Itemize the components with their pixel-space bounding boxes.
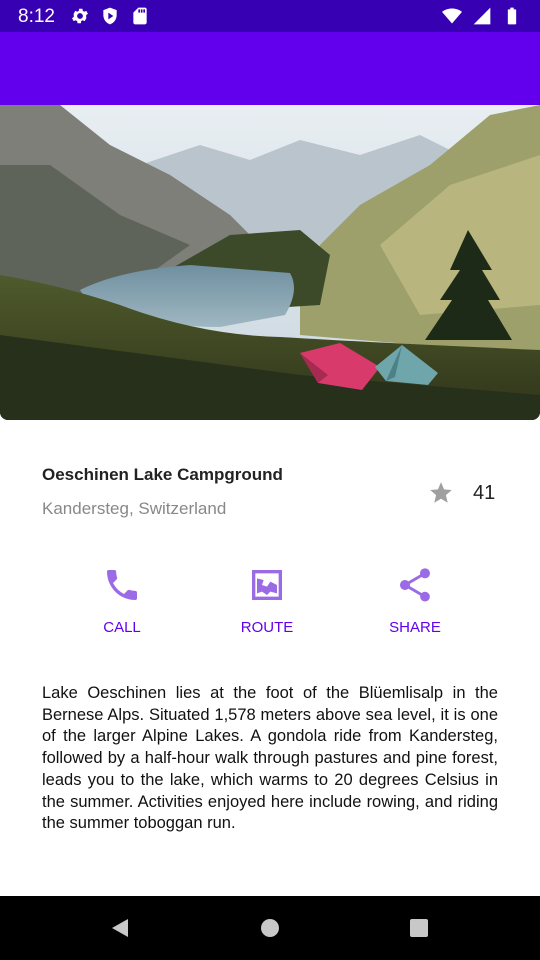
share-button[interactable]: SHARE [355,565,475,636]
share-icon [395,565,435,605]
signal-icon [472,6,492,31]
app-bar [0,32,540,105]
navigation-bar [0,896,540,960]
favorite-count: 41 [473,482,496,504]
home-icon[interactable] [258,916,282,940]
back-icon[interactable] [108,916,132,940]
sd-card-icon [130,6,150,31]
hero-image [0,105,540,420]
shield-play-icon [100,6,120,31]
place-location: Kandersteg, Switzerland [42,499,227,518]
route-label: ROUTE [240,619,294,636]
place-title: Oeschinen Lake Campground [42,465,283,484]
share-label: SHARE [389,619,441,636]
status-time: 8:12 [18,6,55,27]
map-icon [247,565,287,605]
star-icon[interactable] [428,480,454,506]
status-bar: 8:12 [0,0,540,32]
wifi-icon [442,6,462,31]
phone-icon [102,565,142,605]
battery-icon [502,6,522,31]
call-label: CALL [103,619,141,636]
mountain-lake-campground-photo [0,105,540,420]
call-button[interactable]: CALL [62,565,182,636]
route-button[interactable]: ROUTE [207,565,327,636]
place-description: Lake Oeschinen lies at the foot of the B… [42,684,498,833]
recents-icon[interactable] [407,916,431,940]
gear-icon [70,6,90,31]
